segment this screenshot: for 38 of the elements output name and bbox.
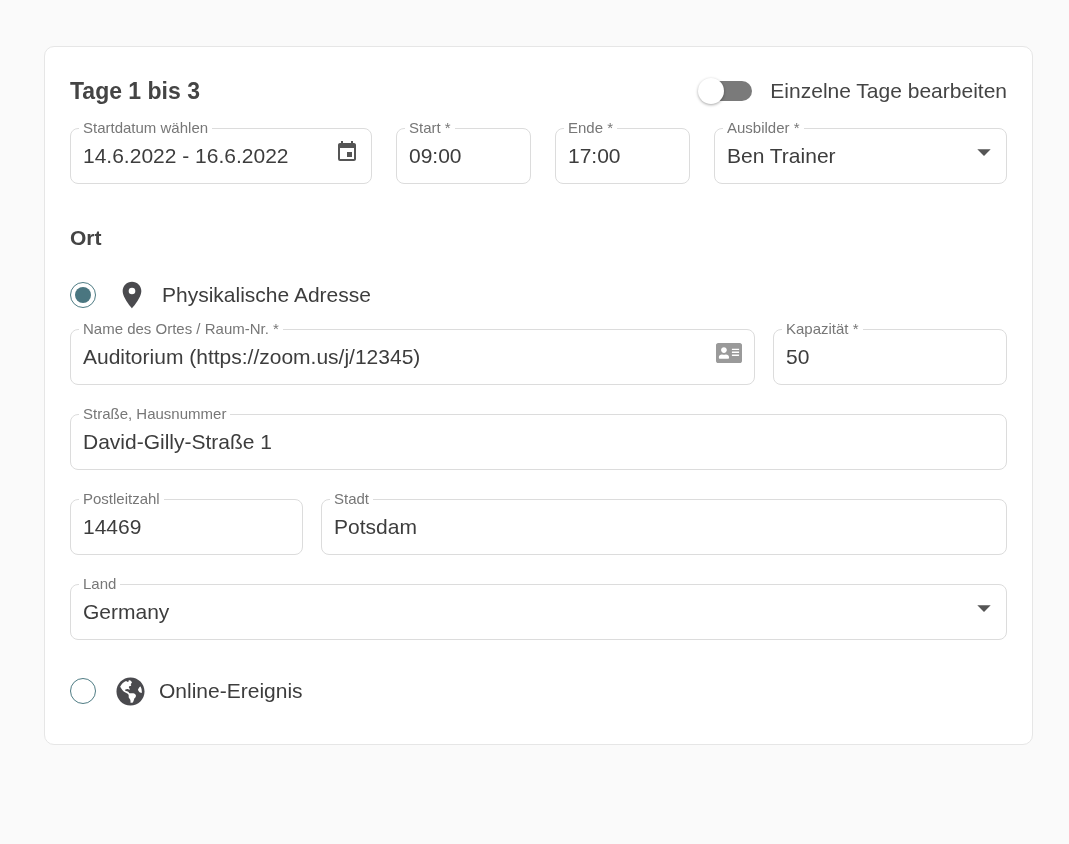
field-value: 14.6.2022 - 16.6.2022 <box>83 143 290 168</box>
field-label: Name des Ortes / Raum-Nr. * <box>82 322 280 336</box>
input-field[interactable]: Stadt Potsdam <box>321 492 1007 555</box>
input-field[interactable]: Straße, Hausnummer David-Gilly-Straße 1 <box>70 407 1007 470</box>
field-label: Stadt <box>333 492 371 506</box>
field-label: Startdatum wählen <box>82 121 210 135</box>
field-label: Land <box>82 577 118 591</box>
field-value: David-Gilly-Straße 1 <box>83 429 274 454</box>
select-field[interactable]: Ausbilder * Ben Trainer <box>714 121 1007 184</box>
toggle-switch[interactable] <box>700 81 753 101</box>
input-field[interactable]: Ende * 17:00 <box>555 121 690 184</box>
radio-label: Physikalische Adresse <box>162 283 371 307</box>
field-label: Straße, Hausnummer <box>82 407 228 421</box>
globe-icon <box>116 676 145 706</box>
input-field[interactable]: Startdatum wählen 14.6.2022 - 16.6.2022 <box>70 121 372 184</box>
input-field[interactable]: Postleitzahl 14469 <box>70 492 303 555</box>
field-label: Postleitzahl <box>82 492 161 506</box>
field-value: 17:00 <box>568 143 622 168</box>
field-value: 09:00 <box>409 143 463 168</box>
input-field[interactable]: Start * 09:00 <box>396 121 531 184</box>
field-label: Ende * <box>567 121 615 135</box>
select-field[interactable]: Land Germany <box>70 577 1007 640</box>
field-value: Auditorium (https://zoom.us/j/12345) <box>83 344 422 369</box>
field-value: 14469 <box>83 514 143 539</box>
field-value: Potsdam <box>334 514 418 539</box>
field-label: Start * <box>408 121 452 135</box>
field-value: Ben Trainer <box>727 143 837 168</box>
section-title: Tage 1 bis 3 <box>70 77 200 105</box>
field-value: 50 <box>786 344 811 369</box>
radio-label: Online-Ereignis <box>159 679 303 703</box>
section-title: Ort <box>70 226 103 250</box>
field-label: Kapazität * <box>785 322 860 336</box>
input-field[interactable]: Name des Ortes / Raum-Nr. * Auditorium (https://zoom.us/j/12345) <box>70 322 755 385</box>
calendar-icon[interactable] <box>335 139 359 164</box>
field-label: Ausbilder * <box>726 121 801 135</box>
field-value: Germany <box>83 599 171 624</box>
toggle-label: Einzelne Tage bearbeiten <box>770 79 1007 103</box>
input-field[interactable]: Kapazität * 50 <box>773 322 1007 385</box>
